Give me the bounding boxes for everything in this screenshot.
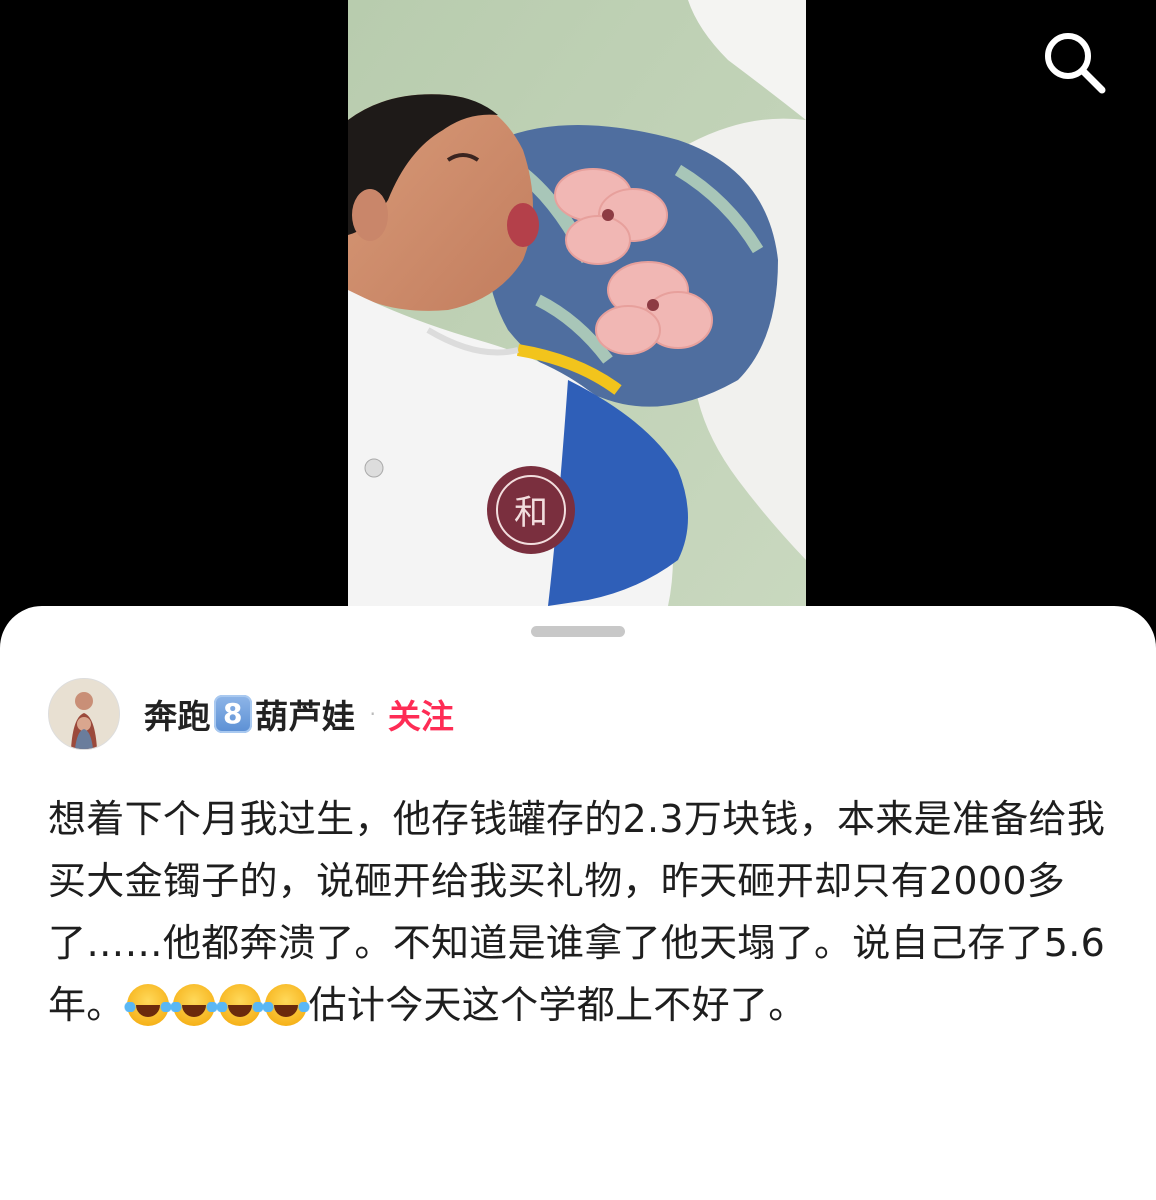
search-icon (1045, 33, 1106, 94)
post-text-tail: 估计今天这个学都上不好了。 (308, 983, 807, 1027)
video-comment-screen: 和 奔跑 8 葫芦娃 · 关注 想着下个月我过生，他存钱罐存的2.3万块钱，本来… (0, 0, 1156, 1200)
avatar[interactable] (48, 678, 120, 750)
tears-of-joy-emoji-icon (123, 984, 172, 1026)
separator-dot: · (369, 702, 376, 726)
drag-handle[interactable] (531, 626, 625, 637)
tears-of-joy-emoji-icon (261, 984, 310, 1026)
video-player[interactable]: 和 (348, 0, 806, 606)
keycap-eight-emoji: 8 (214, 695, 252, 733)
author-name-part1: 奔跑 (144, 697, 211, 736)
follow-button[interactable]: 关注 (388, 690, 454, 738)
svg-text:和: 和 (514, 493, 548, 533)
author-name[interactable]: 奔跑 8 葫芦娃 (144, 690, 356, 738)
author-row: 奔跑 8 葫芦娃 · 关注 (48, 678, 454, 750)
tears-of-joy-emoji-icon (169, 984, 218, 1026)
video-frame-image: 和 (348, 0, 806, 606)
comment-sheet: 奔跑 8 葫芦娃 · 关注 想着下个月我过生，他存钱罐存的2.3万块钱，本来是准… (0, 606, 1156, 1200)
author-name-part2: 葫芦娃 (255, 697, 356, 736)
post-text: 想着下个月我过生，他存钱罐存的2.3万块钱，本来是准备给我买大金镯子的，说砸开给… (48, 788, 1118, 1036)
avatar-image (49, 679, 119, 749)
tears-of-joy-emoji-icon (215, 984, 264, 1026)
search-button[interactable] (1038, 26, 1110, 98)
